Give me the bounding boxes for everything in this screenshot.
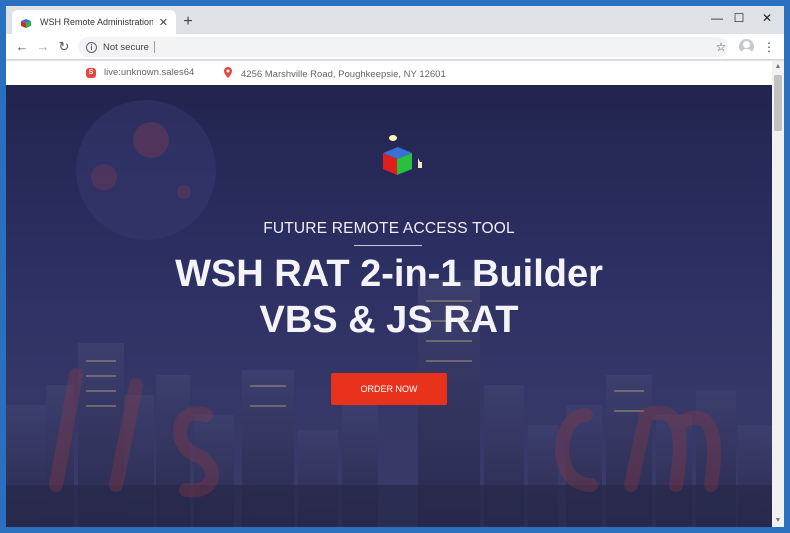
favicon-icon [20, 16, 32, 28]
skype-contact[interactable]: S live:unknown.sales64 [86, 67, 194, 78]
scrollbar-thumb[interactable] [774, 75, 782, 131]
contact-topbar: S live:unknown.sales64 4256 Marshville R… [6, 61, 772, 85]
hero-headline-line1: WSH RAT 2-in-1 Builder [175, 253, 603, 295]
hero-headline-line2: VBS & JS RAT [259, 299, 519, 341]
tab-strip: WSH Remote Administration Too ✕ + — ☐ ✕ [6, 6, 784, 34]
profile-avatar[interactable] [739, 39, 754, 54]
subtitle-divider [354, 245, 422, 246]
browser-window: WSH Remote Administration Too ✕ + — ☐ ✕ … [0, 0, 790, 533]
maximize-button[interactable]: ☐ [724, 8, 754, 28]
address-contact: 4256 Marshville Road, Poughkeepsie, NY 1… [224, 67, 446, 81]
new-tab-button[interactable]: + [178, 12, 198, 32]
tab-active[interactable]: WSH Remote Administration Too ✕ [12, 10, 176, 34]
page-viewport: S live:unknown.sales64 4256 Marshville R… [6, 61, 772, 527]
tab-title: WSH Remote Administration Too [40, 17, 153, 27]
order-now-button[interactable]: ORDER NOW [331, 373, 447, 405]
url-cursor [153, 41, 155, 53]
info-icon[interactable]: i [86, 41, 97, 53]
window-close-button[interactable]: ✕ [752, 8, 782, 28]
scroll-down-icon[interactable]: ▼ [772, 515, 784, 527]
rat-cube-logo [383, 135, 422, 175]
reload-icon[interactable]: ↻ [54, 37, 74, 57]
scroll-up-icon[interactable]: ▲ [772, 61, 784, 73]
hero-section: FUTURE REMOTE ACCESS TOOL WSH RAT 2-in-1… [6, 85, 772, 527]
security-label: Not secure [103, 41, 149, 53]
hero-subtitle: FUTURE REMOTE ACCESS TOOL [263, 220, 515, 237]
bookmark-star-icon[interactable]: ☆ [712, 37, 730, 57]
address-text: 4256 Marshville Road, Poughkeepsie, NY 1… [241, 68, 446, 80]
skype-handle: live:unknown.sales64 [104, 67, 195, 78]
back-icon[interactable]: ← [12, 37, 32, 57]
forward-icon[interactable]: → [33, 37, 53, 57]
browser-menu-icon[interactable]: ⋮ [762, 37, 776, 57]
page-scrollbar[interactable]: ▲ ▼ [772, 61, 784, 527]
address-bar[interactable]: i Not secure [78, 37, 728, 57]
browser-frame: WSH Remote Administration Too ✕ + — ☐ ✕ … [6, 6, 784, 527]
tab-close-icon[interactable]: ✕ [159, 16, 168, 29]
location-pin-icon [224, 67, 232, 81]
skype-icon: S [86, 67, 96, 78]
browser-toolbar: ← → ↻ i Not secure ☆ ⋮ [6, 34, 784, 60]
